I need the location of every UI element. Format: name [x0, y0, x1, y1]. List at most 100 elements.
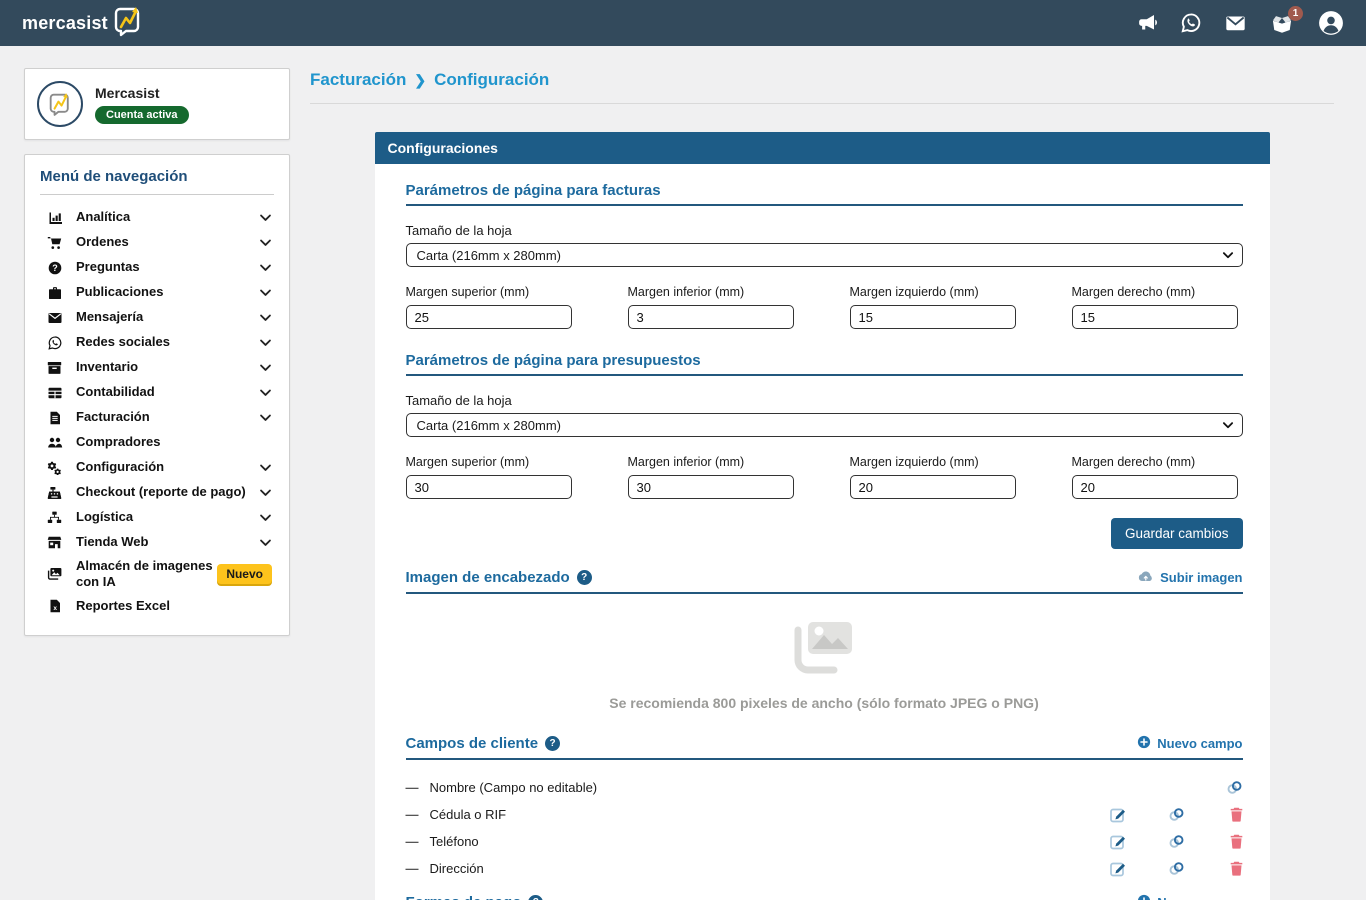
upload-image-label: Subir imagen [1160, 570, 1242, 585]
save-button[interactable]: Guardar cambios [1111, 518, 1243, 549]
sidebar-item-checkout[interactable]: Checkout (reporte de pago) [40, 480, 274, 505]
sidebar-item-label: Publicaciones [76, 284, 163, 300]
page-size-select-presupuestos[interactable]: Carta (216mm x 280mm) [406, 413, 1243, 437]
breadcrumb-parent[interactable]: Facturación [310, 70, 406, 90]
archive-icon [46, 361, 63, 374]
envelope-icon[interactable] [1225, 13, 1246, 33]
section-title-payment-methods: Formas de pago [406, 894, 522, 900]
main-content: Facturación ❯ Configuración Configuracio… [290, 46, 1366, 900]
page-size-select-facturas[interactable]: Carta (216mm x 280mm) [406, 243, 1243, 267]
client-field-label: Dirección [430, 861, 484, 876]
new-client-field-button[interactable]: Nuevo campo [1137, 735, 1242, 752]
image-placeholder-icon [788, 616, 860, 683]
sidebar-item-inventario[interactable]: Inventario [40, 355, 274, 380]
sidebar-item-label: Analítica [76, 209, 130, 225]
link-icon[interactable] [1185, 780, 1243, 795]
breadcrumb-separator-icon: ❯ [414, 72, 426, 89]
help-icon[interactable]: ? [577, 570, 592, 585]
megaphone-icon[interactable] [1137, 13, 1157, 33]
chevron-down-icon [259, 411, 272, 424]
sidebar-item-configuracion[interactable]: Configuración [40, 455, 274, 480]
margin-top-input-presupuestos[interactable] [406, 475, 572, 499]
images-icon [46, 567, 63, 581]
chevron-down-icon [259, 336, 272, 349]
chevron-down-icon [1222, 419, 1234, 434]
sidebar-item-almacen-imagenes-ia[interactable]: Almacén de imagenes con IA Nuevo [40, 555, 274, 594]
chevron-down-icon [259, 486, 272, 499]
help-icon[interactable]: ? [528, 895, 543, 900]
edit-icon[interactable] [1069, 833, 1127, 850]
page-size-label: Tamaño de la hoja [406, 393, 1243, 408]
sidebar-item-preguntas[interactable]: ? Preguntas [40, 255, 274, 280]
client-field-row: — Dirección [406, 855, 1243, 882]
sidebar-item-reportes-excel[interactable]: x Reportes Excel [40, 594, 274, 619]
chevron-down-icon [259, 461, 272, 474]
avatar[interactable] [1318, 10, 1344, 36]
whatsapp-icon [46, 336, 63, 350]
sidebar-item-label: Almacén de imagenes con IA [76, 558, 217, 591]
trash-icon[interactable] [1185, 807, 1243, 822]
drag-handle-icon[interactable]: — [406, 807, 420, 822]
link-icon[interactable] [1127, 861, 1185, 876]
margin-right-input-facturas[interactable] [1072, 305, 1238, 329]
margin-bottom-input-facturas[interactable] [628, 305, 794, 329]
sidebar-item-redes-sociales[interactable]: Redes sociales [40, 330, 274, 355]
chevron-down-icon [259, 511, 272, 524]
briefcase-icon [46, 286, 63, 300]
sidebar-item-label: Preguntas [76, 259, 140, 275]
margin-left-input-facturas[interactable] [850, 305, 1016, 329]
drag-handle-icon[interactable]: — [406, 834, 420, 849]
sidebar-item-contabilidad[interactable]: Contabilidad [40, 380, 274, 405]
link-icon[interactable] [1127, 807, 1185, 822]
chevron-down-icon [259, 361, 272, 374]
notification-count-badge: 1 [1288, 6, 1303, 21]
trash-icon[interactable] [1185, 834, 1243, 849]
image-hint-text: Se recomienda 800 pixeles de ancho (sólo… [406, 695, 1243, 711]
breadcrumb-current: Configuración [434, 70, 549, 90]
sidebar: Mercasist Cuenta activa Menú de navegaci… [24, 68, 290, 636]
breadcrumb: Facturación ❯ Configuración [310, 70, 1334, 104]
sidebar-item-analitica[interactable]: Analítica [40, 205, 274, 230]
package-icon[interactable]: 1 [1270, 13, 1294, 34]
help-icon[interactable]: ? [545, 736, 560, 751]
client-field-label: Nombre (Campo no editable) [430, 780, 598, 795]
new-field-label: Nuevo campo [1157, 736, 1242, 751]
client-field-label: Teléfono [430, 834, 479, 849]
envelope-icon [46, 312, 63, 324]
margin-label: Margen izquierdo (mm) [850, 455, 1016, 469]
sidebar-item-label: Contabilidad [76, 384, 155, 400]
sidebar-item-facturacion[interactable]: Facturación [40, 405, 274, 430]
margin-right-input-presupuestos[interactable] [1072, 475, 1238, 499]
margin-left-input-presupuestos[interactable] [850, 475, 1016, 499]
drag-handle-icon[interactable]: — [406, 780, 420, 795]
brand-name: mercasist [22, 13, 108, 34]
whatsapp-icon[interactable] [1181, 13, 1201, 33]
plus-circle-icon [1137, 735, 1151, 752]
sidebar-item-publicaciones[interactable]: Publicaciones [40, 280, 274, 305]
section-title-client-fields: Campos de cliente [406, 735, 539, 752]
brand-logo[interactable]: mercasist [22, 3, 146, 44]
trash-icon[interactable] [1185, 861, 1243, 876]
upload-image-button[interactable]: Subir imagen [1137, 570, 1242, 586]
sidebar-item-compradores[interactable]: Compradores [40, 430, 274, 455]
topbar: mercasist 1 [0, 0, 1366, 46]
sidebar-item-ordenes[interactable]: Ordenes [40, 230, 274, 255]
client-field-row: — Nombre (Campo no editable) [406, 774, 1243, 801]
margin-top-input-facturas[interactable] [406, 305, 572, 329]
drag-handle-icon[interactable]: — [406, 861, 420, 876]
question-icon: ? [46, 261, 63, 275]
sidebar-item-mensajeria[interactable]: Mensajería [40, 305, 274, 330]
margin-label: Margen derecho (mm) [1072, 285, 1238, 299]
sidebar-item-tienda-web[interactable]: Tienda Web [40, 530, 274, 555]
sidebar-item-logistica[interactable]: Logística [40, 505, 274, 530]
edit-icon[interactable] [1069, 806, 1127, 823]
account-name: Mercasist [95, 85, 189, 101]
table-icon [46, 387, 63, 399]
new-payment-field-button[interactable]: Nuevo campo [1137, 894, 1242, 900]
cloud-upload-icon [1137, 570, 1154, 586]
sidebar-item-label: Redes sociales [76, 334, 170, 350]
link-icon[interactable] [1127, 834, 1185, 849]
margin-bottom-input-presupuestos[interactable] [628, 475, 794, 499]
edit-icon[interactable] [1069, 860, 1127, 877]
section-title-facturas: Parámetros de página para facturas [406, 182, 1243, 206]
